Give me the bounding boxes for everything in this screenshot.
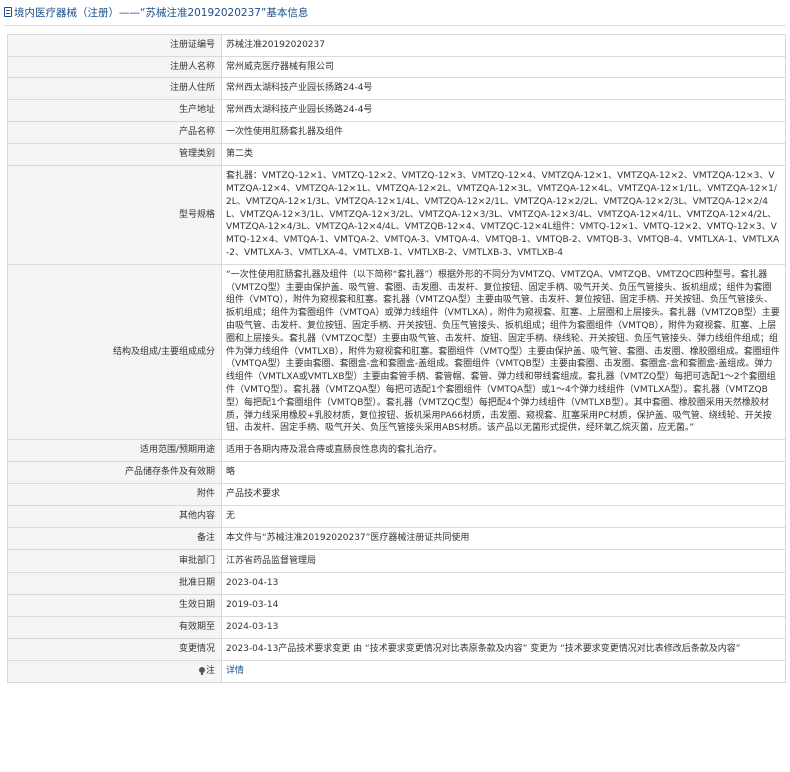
row-label-other-content: 其他内容 [7,505,222,529]
row-value-structure-composition: “一次性使用肛肠套扎器及组件（以下简称“套扎器”）根据外形的不同分为VMTZQ、… [221,263,786,441]
row-value-registrant-address: 常州西太湖科技产业园长扬路24-4号 [221,77,786,101]
row-label-management-category: 管理类别 [7,143,222,167]
document-icon [4,7,12,17]
table-row: 产品名称 一次性使用肛肠套扎器及组件 [7,121,786,145]
row-value-product-name: 一次性使用肛肠套扎器及组件 [221,121,786,145]
table-row: 批准日期 2023-04-13 [7,572,786,596]
row-label-approval-department: 审批部门 [7,549,222,574]
info-table: 注册证编号 苏械注准20192020237 注册人名称 常州威克医疗器械有限公司… [7,34,786,684]
row-label-model-spec: 型号规格 [7,165,222,265]
table-row: 注册人名称 常州威克医疗器械有限公司 [7,55,786,79]
row-value-registrant-name: 常州威克医疗器械有限公司 [221,55,786,79]
table-row: 注册证编号 苏械注准20192020237 [7,34,786,57]
table-row: 注 详情 [7,660,786,684]
row-value-valid-until: 2024-03-13 [221,616,786,640]
table-row: 变更情况 2023-04-13产品技术要求变更 由 “技术要求变更情况对比表原条… [7,638,786,662]
table-row: 产品储存条件及有效期 略 [7,461,786,485]
row-value-intended-use: 适用于各期内痔及混合痔或直肠良性息肉的套扎治疗。 [221,439,786,463]
row-value-production-address: 常州西太湖科技产业园长扬路24-4号 [221,99,786,123]
row-label-change-history: 变更情况 [7,638,222,662]
table-row: 型号规格 套扎器：VMTZQ-12×1、VMTZQ-12×2、VMTZQ-12×… [7,165,786,265]
row-value-effective-date: 2019-03-14 [221,594,786,618]
row-label-registrant-name: 注册人名称 [7,55,222,79]
row-value-remarks: 本文件与“苏械注准20192020237”医疗器械注册证共同使用 [221,527,786,551]
row-label-approval-date: 批准日期 [7,572,222,596]
row-value-registration-number: 苏械注准20192020237 [221,34,786,57]
lightbulb-icon [198,667,205,676]
row-value-approval-department: 江苏省药品监督管理局 [221,549,786,574]
row-label-production-address: 生产地址 [7,99,222,123]
table-row: 附件 产品技术要求 [7,483,786,507]
row-label-intended-use: 适用范围/预期用途 [7,439,222,463]
row-label-note: 注 [7,660,222,684]
row-value-attachment: 产品技术要求 [221,483,786,507]
row-label-remarks: 备注 [7,527,222,551]
row-label-effective-date: 生效日期 [7,594,222,618]
row-value-note: 详情 [221,660,786,684]
table-row: 适用范围/预期用途 适用于各期内痔及混合痔或直肠良性息肉的套扎治疗。 [7,439,786,463]
row-label-registrant-address: 注册人住所 [7,77,222,101]
table-row: 生产地址 常州西太湖科技产业园长扬路24-4号 [7,99,786,123]
row-label-attachment: 附件 [7,483,222,507]
note-label: 注 [205,666,215,677]
row-value-change-history: 2023-04-13产品技术要求变更 由 “技术要求变更情况对比表原条款及内容”… [221,638,786,662]
table-row: 管理类别 第二类 [7,143,786,167]
table-row: 备注 本文件与“苏械注准20192020237”医疗器械注册证共同使用 [7,527,786,551]
table-row: 生效日期 2019-03-14 [7,594,786,618]
page-title-text: 境内医疗器械（注册）——“苏械注准20192020237”基本信息 [14,7,309,19]
page-title: 境内医疗器械（注册）——“苏械注准20192020237”基本信息 [4,5,786,21]
row-value-storage-validity: 略 [221,461,786,485]
table-row: 有效期至 2024-03-13 [7,616,786,640]
row-label-structure-composition: 结构及组成/主要组成成分 [7,263,222,441]
details-link[interactable]: 详情 [226,666,244,676]
table-row: 注册人住所 常州西太湖科技产业园长扬路24-4号 [7,77,786,101]
row-label-registration-number: 注册证编号 [7,34,222,57]
table-row: 其他内容 无 [7,505,786,529]
row-value-model-spec: 套扎器：VMTZQ-12×1、VMTZQ-12×2、VMTZQ-12×3、VMT… [221,165,786,265]
row-value-other-content: 无 [221,505,786,529]
title-divider [4,25,786,26]
table-row: 审批部门 江苏省药品监督管理局 [7,549,786,574]
row-label-storage-validity: 产品储存条件及有效期 [7,461,222,485]
row-label-valid-until: 有效期至 [7,616,222,640]
table-row: 结构及组成/主要组成成分 “一次性使用肛肠套扎器及组件（以下简称“套扎器”）根据… [7,263,786,441]
row-value-management-category: 第二类 [221,143,786,167]
row-value-approval-date: 2023-04-13 [221,572,786,596]
row-label-product-name: 产品名称 [7,121,222,145]
